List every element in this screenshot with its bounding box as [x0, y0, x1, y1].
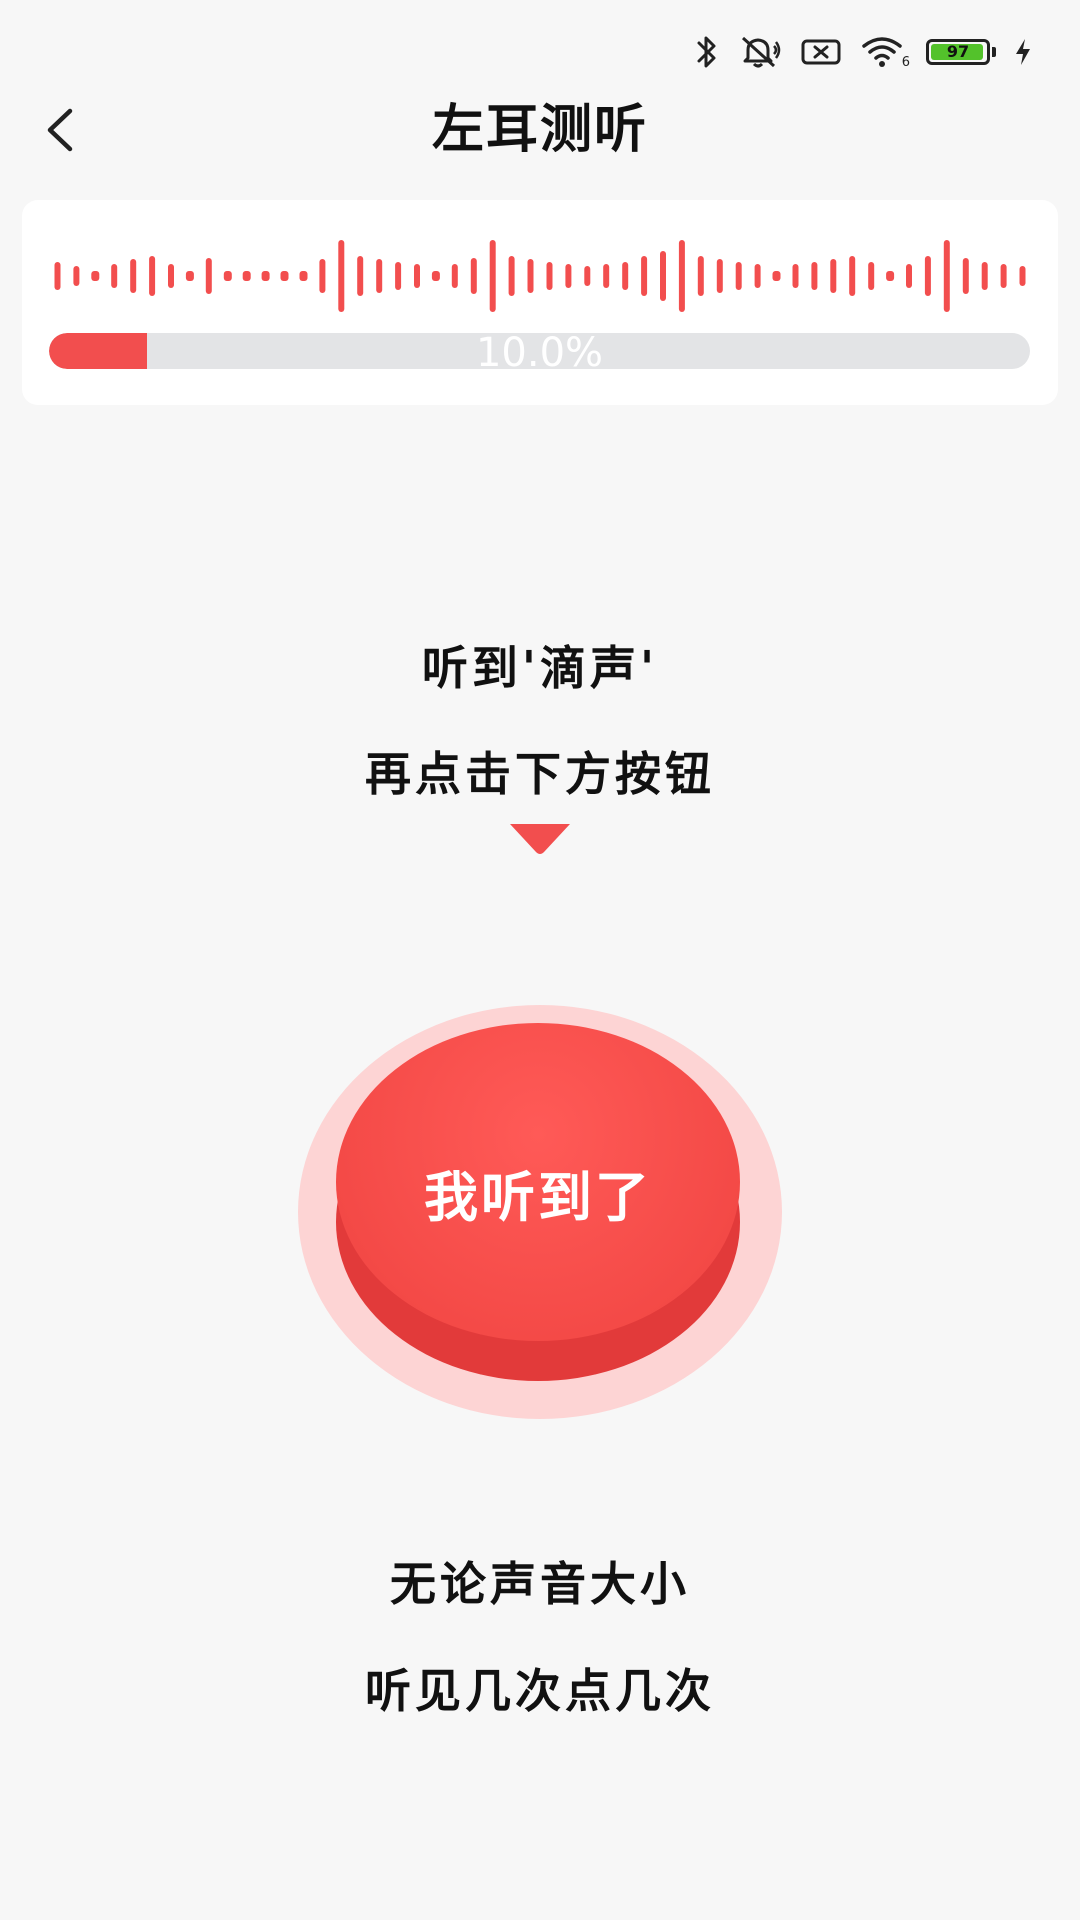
wave-bar: [886, 271, 895, 281]
wave-bar: [735, 262, 742, 290]
wave-bar: [395, 262, 402, 290]
wave-bar: [451, 264, 458, 288]
wave-bar: [565, 264, 572, 288]
wave-bar: [431, 271, 440, 281]
wave-bar: [261, 271, 270, 281]
wave-bar: [603, 264, 610, 288]
wave-bar: [91, 271, 100, 281]
wave-bar: [716, 259, 723, 293]
tip-line-1: 无论声音大小: [390, 1557, 690, 1611]
wave-bar: [943, 240, 950, 312]
battery-level-text: 97: [946, 42, 970, 61]
wave-bar: [205, 258, 212, 294]
wave-bar: [622, 262, 629, 290]
wave-bar: [584, 266, 591, 286]
sound-wave: [54, 240, 1026, 312]
wave-bar: [1019, 266, 1026, 286]
charging-icon: [1014, 37, 1032, 67]
wave-bar: [357, 256, 364, 296]
wave-bar: [772, 271, 781, 281]
wave-bar: [242, 271, 251, 281]
progress-percent: 10.0%: [475, 333, 604, 369]
wave-bar: [660, 251, 666, 301]
wave-bar: [280, 271, 289, 281]
wave-bar: [338, 240, 345, 312]
battery-group: 97: [926, 39, 996, 65]
status-bar: 6 97: [694, 30, 1032, 74]
wave-bar: [489, 240, 496, 312]
page-title: 左耳测听: [431, 100, 648, 160]
wave-bar: [185, 271, 194, 281]
mute-icon: [738, 34, 782, 70]
wave-bar: [830, 259, 837, 293]
progress-card: 10.0%: [22, 200, 1058, 405]
wave-bar: [641, 256, 648, 296]
wave-bar: [527, 259, 534, 293]
wave-bar: [1000, 264, 1007, 288]
wave-bar: [962, 258, 969, 294]
wave-bar: [811, 262, 818, 290]
wave-bar: [924, 256, 931, 296]
wave-bar: [981, 262, 988, 290]
heard-button[interactable]: 我听到了: [336, 1023, 740, 1341]
battery-icon: 97: [926, 39, 990, 65]
wave-bar: [223, 271, 232, 281]
wave-bar: [470, 258, 477, 294]
wave-bar: [546, 262, 553, 290]
wave-bar: [54, 262, 61, 290]
header: 左耳测听: [0, 90, 1080, 170]
tip-line-2: 听见几次点几次: [365, 1664, 715, 1718]
wave-bar: [414, 264, 420, 288]
wave-bar: [906, 264, 912, 288]
battery-cap: [992, 47, 996, 57]
wave-bar: [849, 256, 856, 296]
wave-bar: [508, 256, 515, 296]
wave-bar: [697, 256, 704, 296]
wifi-sub-label: 6: [901, 55, 910, 70]
wave-bar: [299, 271, 308, 281]
sim-off-icon: [800, 37, 842, 67]
wave-bar: [868, 262, 875, 290]
heard-button-label: 我听到了: [424, 1165, 652, 1229]
wave-bar: [73, 266, 80, 286]
wave-bar: [754, 264, 761, 288]
wave-bar: [149, 256, 156, 296]
wave-bar: [319, 259, 326, 293]
wave-bar: [678, 240, 685, 312]
wave-bar: [111, 264, 118, 288]
wave-bar: [130, 259, 137, 293]
progress-bar: 10.0%: [49, 333, 1030, 369]
bluetooth-icon: [694, 34, 720, 70]
wave-bar: [168, 264, 174, 288]
wave-bar: [792, 264, 799, 288]
wave-bar: [376, 259, 383, 293]
instruction-line-2: 再点击下方按钮: [365, 747, 715, 801]
arrow-down-icon: [510, 824, 570, 854]
instruction-line-1: 听到'滴声': [421, 641, 659, 695]
wifi-icon: 6: [860, 34, 910, 70]
heard-button-group: 我听到了: [298, 1005, 782, 1419]
